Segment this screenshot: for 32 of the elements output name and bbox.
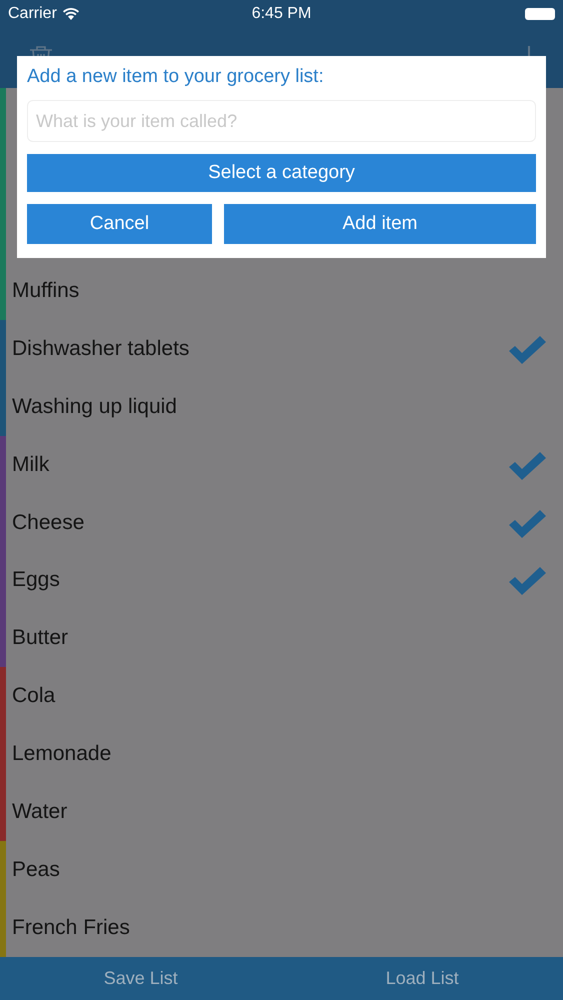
list-row[interactable]: Water: [0, 783, 563, 842]
list-row[interactable]: Eggs: [0, 552, 563, 610]
dialog-title: Add a new item to your grocery list:: [27, 66, 325, 88]
add-button[interactable]: Add item: [224, 204, 536, 244]
item-name: Eggs: [12, 568, 61, 592]
item-name: Cola: [12, 684, 56, 708]
item-name: Lemonade: [12, 742, 112, 766]
item-name: Milk: [12, 452, 50, 477]
cancel-button[interactable]: Cancel: [27, 204, 212, 244]
toolbar-button[interactable]: Load List: [282, 957, 563, 1000]
list-row[interactable]: Cheese: [0, 494, 563, 552]
battery-icon: [525, 8, 555, 20]
list-row[interactable]: Washing up liquid: [0, 378, 563, 436]
item-name: Dishwasher tablets: [12, 336, 190, 361]
item-name: Peas: [12, 858, 61, 882]
toolbar-button[interactable]: Save List: [0, 957, 282, 1000]
list-row[interactable]: Milk: [0, 436, 563, 494]
list-row[interactable]: Dishwasher tablets: [0, 320, 563, 378]
item-name: Muffins: [12, 278, 80, 303]
item-name: Washing up liquid: [12, 394, 178, 419]
status-time: 6:45 PM: [252, 5, 312, 23]
list-row[interactable]: Cola: [0, 667, 563, 726]
category-button[interactable]: Select a category: [27, 154, 536, 192]
item-name: Butter: [12, 626, 70, 650]
carrier-label: Carrier: [8, 5, 57, 23]
wifi-icon: [62, 8, 79, 20]
item-name: Water: [12, 800, 68, 824]
item-name: French Fries: [12, 916, 131, 940]
list-row[interactable]: Butter: [0, 609, 563, 668]
list-row[interactable]: Peas: [0, 841, 563, 900]
item-name: Cheese: [12, 510, 86, 535]
list-row[interactable]: Lemonade: [0, 725, 563, 784]
